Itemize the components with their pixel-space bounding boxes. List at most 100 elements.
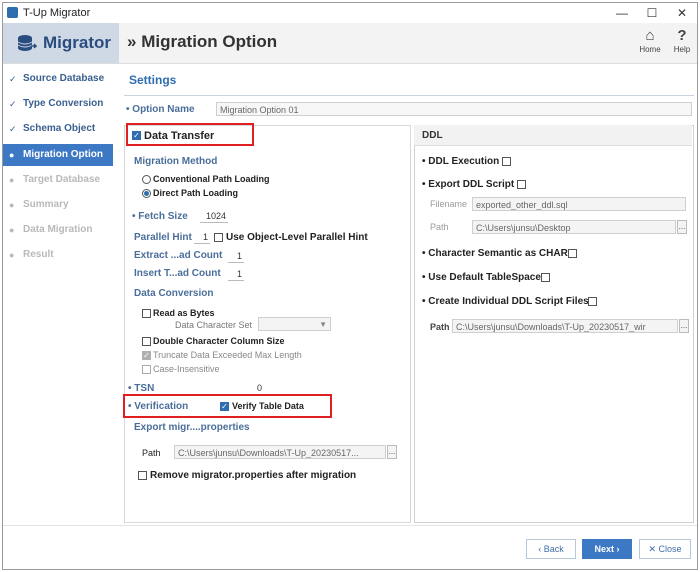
verification-highlight	[123, 394, 332, 418]
check-icon: ✓	[9, 74, 17, 84]
individual-path-label: Path	[430, 322, 450, 332]
direct-path-label: Direct Path Loading	[153, 188, 239, 198]
header-bar: Migrator » Migration Option ⌂ Home ? Hel…	[3, 23, 697, 64]
maximize-button[interactable]: ☐	[637, 4, 667, 22]
ddl-filename-label: Filename	[430, 199, 468, 209]
ddl-title: DDL	[422, 130, 443, 141]
ddl-panel-header	[414, 125, 692, 146]
double-char-label: Double Character Column Size	[153, 336, 285, 346]
app-icon	[7, 7, 18, 18]
remove-properties-label: Remove migrator.properties after migrati…	[150, 470, 357, 481]
insert-count-label: Insert T...ad Count	[134, 268, 221, 279]
close-window-button[interactable]: ✕	[667, 4, 697, 22]
sidebar-item-source-database[interactable]: ✓ Source Database	[3, 68, 113, 90]
sidebar-item-label: Result	[23, 249, 54, 260]
data-charset-label: Data Character Set	[175, 320, 253, 330]
title-bar: T-Up Migrator — ☐ ✕	[3, 3, 697, 23]
minimize-button[interactable]: —	[607, 4, 637, 22]
ddl-execution-label: • DDL Execution	[422, 156, 500, 167]
extract-count-input[interactable]: 1	[228, 250, 244, 263]
sidebar-item-summary: ● Summary	[3, 194, 113, 216]
page-title-prefix: »	[127, 32, 137, 51]
app-logo: Migrator	[3, 23, 119, 63]
double-char-checkbox[interactable]	[142, 337, 151, 346]
app-window: T-Up Migrator — ☐ ✕ Migrator » Migration…	[2, 2, 698, 570]
back-button[interactable]: ‹ Back	[526, 539, 576, 559]
option-name-input[interactable]: Migration Option 01	[216, 102, 692, 116]
read-as-bytes-checkbox[interactable]	[142, 309, 151, 318]
conventional-path-radio[interactable]	[142, 175, 151, 184]
sidebar-item-label: Data Migration	[23, 224, 93, 235]
sidebar-item-migration-option[interactable]: ● Migration Option	[3, 144, 113, 166]
bullet-icon: ●	[9, 175, 15, 185]
home-label: Home	[639, 45, 661, 54]
chevron-right-icon: ›	[616, 544, 620, 554]
case-insensitive-checkbox	[142, 365, 151, 374]
tsn-label: • TSN	[128, 383, 155, 394]
sidebar: ✓ Source Database ✓ Type Conversion ✓ Sc…	[3, 64, 119, 524]
direct-path-radio[interactable]	[142, 189, 151, 198]
individual-path-input[interactable]: C:\Users\junsu\Downloads\T-Up_20230517_w…	[452, 319, 678, 333]
data-transfer-highlight	[126, 123, 254, 146]
next-button[interactable]: Next ›	[582, 539, 632, 559]
back-label: Back	[543, 544, 564, 554]
help-label: Help	[673, 45, 691, 54]
close-icon: ✕	[648, 544, 656, 554]
close-button[interactable]: ✕ Close	[639, 539, 691, 559]
ddl-filename-input[interactable]: exported_other_ddl.sql	[472, 197, 686, 211]
char-semantic-checkbox[interactable]	[568, 249, 577, 258]
fetch-size-input[interactable]: 1024	[200, 210, 228, 223]
data-conversion-label: Data Conversion	[134, 288, 214, 299]
default-tablespace-label: • Use Default TableSpace	[422, 272, 541, 283]
chevron-down-icon: ▼	[319, 320, 327, 329]
window-title: T-Up Migrator	[23, 7, 91, 19]
export-ddl-label: • Export DDL Script	[422, 179, 515, 190]
individual-path-browse-button[interactable]: ...	[679, 319, 689, 333]
sidebar-item-label: Summary	[23, 199, 69, 210]
properties-path-label: Path	[142, 448, 161, 458]
sidebar-item-schema-object[interactable]: ✓ Schema Object	[3, 118, 113, 140]
ddl-path-input[interactable]: C:\Users\junsu\Desktop	[472, 220, 676, 234]
default-tablespace-checkbox[interactable]	[541, 273, 550, 282]
insert-count-input[interactable]: 1	[228, 268, 244, 281]
export-properties-label: Export migr....properties	[134, 422, 250, 433]
properties-browse-button[interactable]: ...	[387, 445, 397, 459]
ddl-path-label: Path	[430, 222, 449, 232]
fetch-size-label: • Fetch Size	[132, 211, 188, 222]
read-as-bytes-label: Read as Bytes	[153, 308, 215, 318]
home-icon: ⌂	[645, 27, 655, 44]
conventional-path-label: Conventional Path Loading	[153, 174, 270, 184]
truncate-checkbox: ✓	[142, 351, 151, 360]
next-label: Next	[594, 544, 614, 554]
home-button[interactable]: ⌂ Home	[635, 27, 665, 54]
check-icon: ✓	[9, 99, 17, 109]
check-icon: ✓	[9, 124, 17, 134]
bullet-icon: ●	[9, 150, 15, 160]
case-insensitive-label: Case-Insensitive	[153, 364, 220, 374]
individual-ddl-label: • Create Individual DDL Script Files	[422, 296, 589, 307]
page-title: » Migration Option	[127, 32, 277, 52]
sidebar-item-result: ● Result	[3, 244, 113, 266]
ddl-execution-checkbox[interactable]	[502, 157, 511, 166]
sidebar-item-label: Migration Option	[23, 149, 103, 160]
sidebar-item-label: Source Database	[23, 73, 105, 84]
remove-properties-checkbox[interactable]	[138, 471, 147, 480]
bullet-icon: ●	[9, 225, 15, 235]
individual-ddl-checkbox[interactable]	[588, 297, 597, 306]
parallel-hint-input[interactable]: 1	[194, 231, 210, 244]
settings-divider	[124, 95, 694, 96]
ddl-path-browse-button[interactable]: ...	[677, 220, 687, 234]
app-name: Migrator	[43, 33, 111, 52]
extract-count-label: Extract ...ad Count	[134, 250, 223, 261]
data-charset-select[interactable]: ▼	[258, 317, 331, 331]
help-button[interactable]: ? Help	[667, 27, 697, 54]
settings-title: Settings	[129, 73, 177, 87]
sidebar-item-type-conversion[interactable]: ✓ Type Conversion	[3, 93, 113, 115]
page-title-text: Migration Option	[141, 32, 278, 51]
properties-path-input[interactable]: C:\Users\junsu\Downloads\T-Up_20230517..…	[174, 445, 386, 459]
sidebar-item-label: Schema Object	[23, 123, 96, 134]
char-semantic-label: • Character Semantic as CHAR	[422, 248, 568, 259]
export-ddl-checkbox[interactable]	[517, 180, 526, 189]
chevron-left-icon: ‹	[538, 544, 542, 554]
object-level-hint-checkbox[interactable]	[214, 233, 223, 242]
